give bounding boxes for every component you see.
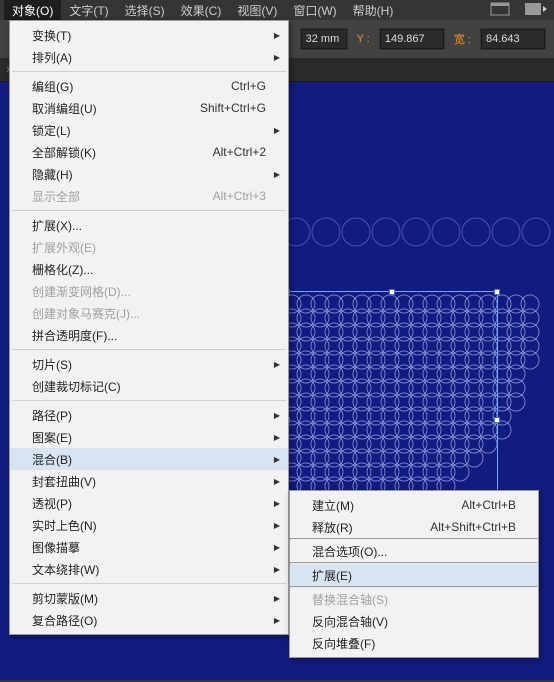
menu-item-label: 创建渐变网格(D)...	[32, 283, 131, 300]
menu-item-label: 锁定(L)	[32, 122, 71, 139]
menu-view[interactable]: 视图(V)	[229, 0, 285, 21]
menu-item-label: 文本绕排(W)	[32, 561, 99, 578]
menu-shortcut: Shift+Ctrl+G	[180, 101, 266, 115]
menu-item-label: 扩展(X)...	[32, 217, 82, 234]
menu-item: 创建对象马赛克(J)...	[10, 302, 288, 324]
menu-help[interactable]: 帮助(H)	[345, 0, 402, 21]
menu-item-label: 释放(R)	[312, 519, 353, 536]
menu-item[interactable]: 锁定(L)	[10, 119, 288, 141]
arrange-icon[interactable]	[524, 2, 548, 19]
menu-shortcut: Alt+Shift+Ctrl+B	[410, 520, 516, 534]
menu-item-label: 路径(P)	[32, 407, 72, 424]
menu-item-label: 编组(G)	[32, 78, 73, 95]
w-label: 宽 :	[451, 31, 474, 47]
menu-item: 替换混合轴(S)	[290, 588, 538, 610]
layout-icon[interactable]	[490, 2, 510, 19]
x-field[interactable]	[300, 28, 348, 50]
menu-item-label: 封套扭曲(V)	[32, 473, 96, 490]
menu-select[interactable]: 选择(S)	[117, 0, 173, 21]
menu-item-label: 全部解锁(K)	[32, 144, 96, 161]
menu-item-label: 反向堆叠(F)	[312, 635, 375, 652]
object-menu: 变换(T) 排列(A) 编组(G) Ctrl+G 取消编组(U) Shift+Ctrl+G…	[9, 20, 289, 635]
menu-shortcut: Ctrl+G	[211, 79, 266, 93]
menu-item-label: 显示全部	[32, 188, 80, 205]
menu-item-label: 栅格化(Z)...	[32, 261, 93, 278]
menu-item[interactable]: 全部解锁(K) Alt+Ctrl+2	[10, 141, 288, 163]
y-label: Y :	[354, 33, 373, 45]
menu-item[interactable]: 文本绕排(W)	[10, 558, 288, 580]
menu-item-label: 创建对象马赛克(J)...	[32, 305, 140, 322]
menu-item[interactable]: 排列(A)	[10, 46, 288, 68]
x-input[interactable]	[301, 29, 347, 49]
menu-item[interactable]: 切片(S)	[10, 353, 288, 375]
menu-shortcut: Alt+Ctrl+3	[193, 189, 266, 203]
menu-item[interactable]: 栅格化(Z)...	[10, 258, 288, 280]
menu-item-label: 混合选项(O)...	[312, 543, 387, 560]
blend-submenu: 建立(M) Alt+Ctrl+B 释放(R) Alt+Shift+Ctrl+B 混合选项…	[289, 490, 539, 658]
y-field[interactable]	[379, 28, 445, 50]
menubar: 对象(O) 文字(T) 选择(S) 效果(C) 视图(V) 窗口(W) 帮助(H…	[0, 0, 554, 20]
menu-item-label: 替换混合轴(S)	[312, 591, 388, 608]
menu-item-label: 图像描摹	[32, 539, 80, 556]
menu-item-label: 取消编组(U)	[32, 100, 97, 117]
menu-item[interactable]: 编组(G) Ctrl+G	[10, 75, 288, 97]
menu-item[interactable]: 反向混合轴(V)	[290, 610, 538, 632]
menu-item: 扩展外观(E)	[10, 236, 288, 258]
menu-item[interactable]: 图案(E)	[10, 426, 288, 448]
menu-item-label: 创建裁切标记(C)	[32, 378, 121, 395]
menu-shortcut: Alt+Ctrl+2	[193, 145, 266, 159]
menu-object[interactable]: 对象(O)	[4, 0, 61, 21]
menu-item[interactable]: 释放(R) Alt+Shift+Ctrl+B	[290, 516, 538, 538]
menu-item[interactable]: 变换(T)	[10, 24, 288, 46]
menu-item[interactable]: 混合(B)	[10, 448, 288, 470]
menu-effect[interactable]: 效果(C)	[173, 0, 230, 21]
menu-item-label: 切片(S)	[32, 356, 72, 373]
y-input[interactable]	[380, 29, 444, 49]
menu-item[interactable]: 反向堆叠(F)	[290, 632, 538, 654]
menu-item[interactable]: 复合路径(O)	[10, 609, 288, 631]
menu-item[interactable]: 扩展(X)...	[10, 214, 288, 236]
menu-item[interactable]: 建立(M) Alt+Ctrl+B	[290, 494, 538, 516]
menu-item[interactable]: 透视(P)	[10, 492, 288, 514]
menu-window[interactable]: 窗口(W)	[285, 0, 344, 21]
menu-item[interactable]: 扩展(E)	[290, 564, 538, 586]
menu-item-label: 拼合透明度(F)...	[32, 327, 117, 344]
menu-item-label: 排列(A)	[32, 49, 72, 66]
menu-item: 创建渐变网格(D)...	[10, 280, 288, 302]
menu-item[interactable]: 隐藏(H)	[10, 163, 288, 185]
menu-item[interactable]: 图像描摹	[10, 536, 288, 558]
menu-item-label: 复合路径(O)	[32, 612, 97, 629]
menu-type[interactable]: 文字(T)	[61, 0, 116, 21]
menu-item-label: 建立(M)	[312, 497, 354, 514]
menu-item-label: 变换(T)	[32, 27, 71, 44]
menu-item[interactable]: 混合选项(O)...	[290, 540, 538, 562]
menu-item[interactable]: 实时上色(N)	[10, 514, 288, 536]
menu-item[interactable]: 封套扭曲(V)	[10, 470, 288, 492]
w-input[interactable]	[481, 29, 545, 49]
menu-item[interactable]: 创建裁切标记(C)	[10, 375, 288, 397]
menu-item-label: 实时上色(N)	[32, 517, 97, 534]
menu-item-label: 图案(E)	[32, 429, 72, 446]
menu-item-label: 剪切蒙版(M)	[32, 590, 98, 607]
menu-item-label: 反向混合轴(V)	[312, 613, 388, 630]
menu-item[interactable]: 拼合透明度(F)...	[10, 324, 288, 346]
w-field[interactable]	[480, 28, 546, 50]
menu-item-label: 透视(P)	[32, 495, 72, 512]
menu-item-label: 扩展外观(E)	[32, 239, 96, 256]
menu-item-label: 扩展(E)	[312, 567, 352, 584]
menu-item-label: 隐藏(H)	[32, 166, 73, 183]
menu-shortcut: Alt+Ctrl+B	[441, 498, 516, 512]
menu-item: 显示全部 Alt+Ctrl+3	[10, 185, 288, 207]
menu-item-label: 混合(B)	[32, 451, 72, 468]
menu-item[interactable]: 剪切蒙版(M)	[10, 587, 288, 609]
menu-item[interactable]: 路径(P)	[10, 404, 288, 426]
menu-item[interactable]: 取消编组(U) Shift+Ctrl+G	[10, 97, 288, 119]
